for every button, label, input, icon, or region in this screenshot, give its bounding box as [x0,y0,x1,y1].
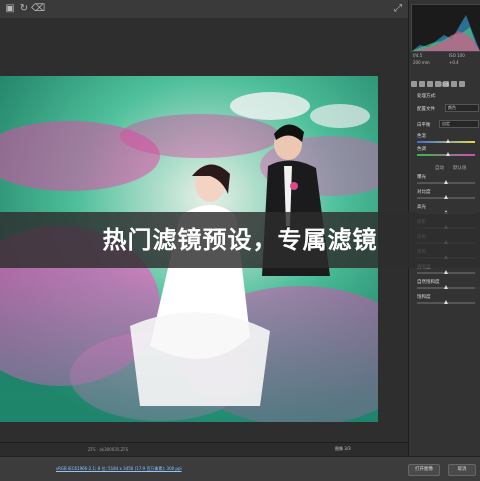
default-button[interactable]: 默认值 [453,165,467,171]
image-counter: 图像 3/3 [335,446,351,451]
ev-readout: +0.4 [449,60,459,65]
slider-label: 曝光 [417,175,426,180]
trash-icon[interactable]: ⌫ [31,3,45,15]
aperture-readout: f/4.5 [413,53,423,58]
histogram [411,4,480,52]
auto-button[interactable]: 自动 [435,165,444,171]
slider-thumb[interactable] [444,180,448,184]
expand-icon[interactable]: ⤢ [392,3,404,15]
cancel-button[interactable]: 取消 [448,464,476,476]
promo-banner: 热门滤镜预设，专属滤镜 [0,212,480,268]
temp-thumb[interactable] [446,139,450,143]
select-icon[interactable]: ▣ [4,3,16,15]
slider-label: 对比度 [417,190,431,195]
tint-slider[interactable] [417,152,475,156]
slider-label: 高光 [417,205,426,210]
filename-label: ZFS · ak300035.ZFS [88,447,129,452]
profile-select[interactable]: 颜色 [445,104,479,112]
open-image-button[interactable]: 打开图像 [408,464,440,476]
bottom-bar: sRGB IEC61966-2.1; 8 位; 5184 x 3456 (17.… [0,456,480,481]
slider-label: 自然饱和度 [417,280,440,285]
iso-readout: ISO 100 [449,53,465,58]
slider-label: 饱和度 [417,295,431,300]
temp-slider[interactable] [417,139,475,143]
slider-thumb[interactable] [444,285,448,289]
banner-text: 热门滤镜预设，专属滤镜 [102,226,378,254]
lens-readout: 200 mm [413,60,430,65]
tint-thumb[interactable] [446,152,450,156]
slider-thumb[interactable] [444,195,448,199]
wb-label: 白平衡 [417,123,431,128]
panel-tabs [411,72,479,87]
temp-label: 色温 [417,134,426,139]
workflow-options-link[interactable]: sRGB IEC61966-2.1; 8 位; 5184 x 3456 (17.… [56,466,182,472]
toolbar: ▣ ↻ ⌫ ⤢ [0,0,408,19]
slider-thumb[interactable] [444,270,448,274]
adjustment-slider[interactable] [417,180,475,184]
slider-thumb[interactable] [444,300,448,304]
status-bar: ZFS · ak300035.ZFS 图像 3/3 [0,442,408,457]
adjustment-slider[interactable] [417,285,475,289]
refresh-icon[interactable]: ↻ [18,3,30,15]
adjustment-slider[interactable] [417,270,475,274]
profile-label: 配置文件 [417,107,435,112]
process-label: 处理方式: [417,94,437,99]
section-title: 基本 [440,83,450,88]
wb-select[interactable]: 自定 [439,120,479,128]
tint-label: 色调 [417,147,426,152]
adjustment-slider[interactable] [417,195,475,199]
adjustment-slider[interactable] [417,300,475,304]
